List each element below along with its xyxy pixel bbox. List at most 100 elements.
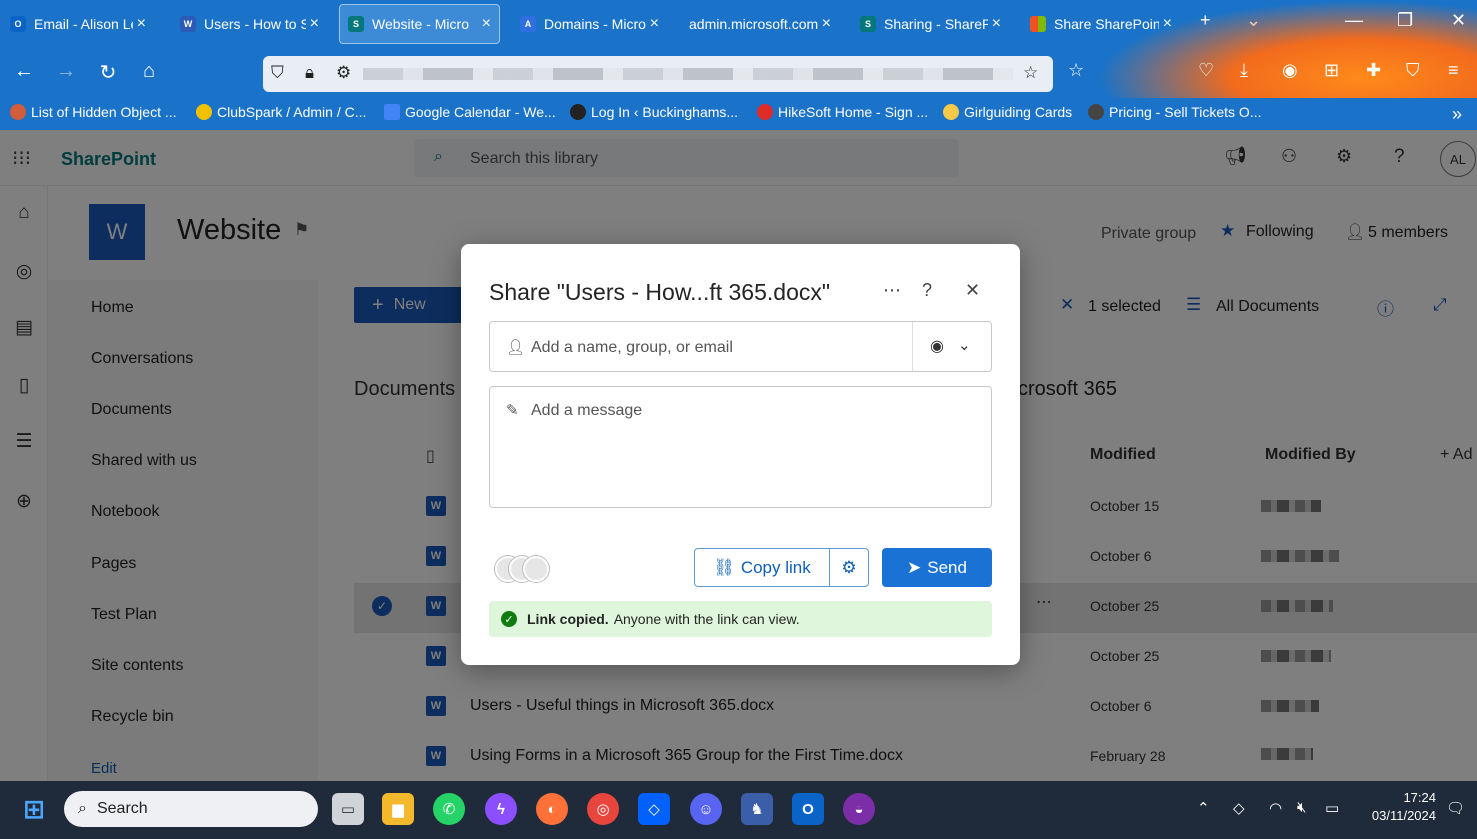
shared-with-avatars[interactable] bbox=[495, 556, 557, 582]
copy-link-button[interactable]: ⛓︎ Copy link bbox=[695, 549, 830, 586]
mask-app-icon[interactable]: ◒ bbox=[843, 793, 875, 825]
bookmark-favicon-icon bbox=[757, 104, 773, 120]
wordpress-icon bbox=[570, 104, 586, 120]
bookmark-item[interactable]: Log In ‹ Buckinghams... bbox=[570, 104, 738, 120]
share-dialog: Share "Users - How...ft 365.docx" ⋯ ? ✕ … bbox=[461, 244, 1020, 665]
taskbar-search[interactable]: ⌕ Search bbox=[64, 791, 318, 827]
browser-tab-bar: O Email - Alison Le × W Users - How to S… bbox=[0, 0, 1477, 48]
wifi-icon[interactable]: ◠ bbox=[1269, 799, 1282, 817]
reload-icon[interactable]: ↻ bbox=[94, 60, 122, 85]
close-tab-icon[interactable]: × bbox=[992, 15, 1001, 33]
dropbox-icon[interactable]: ◇ bbox=[638, 793, 670, 825]
bitwarden-icon[interactable]: ⛉ bbox=[1406, 60, 1420, 81]
link-copied-banner: ✓ Link copied. Anyone with the link can … bbox=[489, 601, 992, 637]
discord-icon[interactable]: ☺ bbox=[690, 793, 722, 825]
new-tab-icon[interactable]: + bbox=[1200, 10, 1211, 31]
eye-icon[interactable]: ◉ bbox=[930, 336, 944, 356]
tab-list-icon[interactable]: ⌄ bbox=[1246, 10, 1261, 31]
sharepoint-icon: S bbox=[348, 16, 364, 32]
bookmark-favicon-icon bbox=[1088, 104, 1104, 120]
lock-icon[interactable]: 🔒︎ bbox=[305, 63, 314, 83]
more-bookmarks-icon[interactable]: » bbox=[1452, 104, 1462, 125]
tab-domains[interactable]: A Domains - Micro × bbox=[512, 4, 667, 44]
shield-icon[interactable]: ⛉ bbox=[271, 63, 284, 83]
bulb-icon bbox=[943, 104, 959, 120]
admin-icon: A bbox=[520, 16, 536, 32]
bookmark-item[interactable]: HikeSoft Home - Sign ... bbox=[757, 104, 928, 120]
link-icon: ⛓︎ bbox=[713, 557, 735, 577]
bookmark-favicon-icon bbox=[196, 104, 212, 120]
bookmark-star-icon[interactable]: ☆ bbox=[1023, 63, 1038, 83]
microsoft-icon bbox=[1030, 16, 1046, 32]
bookmark-item[interactable]: ClubSpark / Admin / C... bbox=[196, 104, 366, 120]
save-to-pocket-icon[interactable]: ♡ bbox=[1198, 60, 1214, 81]
word-icon: W bbox=[180, 16, 196, 32]
divider bbox=[912, 322, 913, 371]
bookmark-item[interactable]: List of Hidden Object ... bbox=[10, 104, 177, 120]
bookmark-item[interactable]: Google Calendar - We... bbox=[384, 104, 556, 120]
battery-icon[interactable]: ▭ bbox=[1325, 799, 1339, 817]
screenshot-icon[interactable]: ⊞ bbox=[1324, 60, 1339, 81]
downloads-icon[interactable]: ⤓ bbox=[1240, 60, 1248, 81]
url-text bbox=[363, 68, 1013, 80]
tab-sharing[interactable]: S Sharing - ShareP × bbox=[852, 4, 1009, 44]
more-options-icon[interactable]: ⋯ bbox=[883, 280, 901, 301]
close-tab-icon[interactable]: × bbox=[650, 15, 659, 33]
close-tab-icon[interactable]: × bbox=[482, 15, 491, 33]
person-icon: 👤︎ bbox=[506, 339, 526, 356]
calendar-icon bbox=[384, 104, 400, 120]
messenger-icon[interactable]: ϟ bbox=[485, 793, 517, 825]
chrome-icon[interactable]: ◎ bbox=[587, 793, 619, 825]
whatsapp-icon[interactable]: ✆ bbox=[433, 793, 465, 825]
help-icon[interactable]: ? bbox=[922, 280, 932, 301]
firefox-icon[interactable]: ◐ bbox=[536, 793, 568, 825]
pocket-icon[interactable]: ☆ bbox=[1068, 60, 1084, 81]
volume-muted-icon[interactable]: 🔇︎ bbox=[1297, 799, 1306, 816]
close-tab-icon[interactable]: × bbox=[310, 15, 319, 33]
close-window-icon[interactable]: ✕ bbox=[1451, 10, 1466, 31]
clock-time[interactable]: 17:24 bbox=[1362, 790, 1436, 805]
close-tab-icon[interactable]: × bbox=[137, 15, 146, 33]
search-icon: ⌕ bbox=[78, 800, 87, 817]
tab-share-sharepoint[interactable]: Share SharePoin × bbox=[1022, 4, 1180, 44]
success-check-icon: ✓ bbox=[501, 611, 517, 627]
account-icon[interactable]: ◉ bbox=[1282, 60, 1298, 81]
file-explorer-icon[interactable]: ▆ bbox=[382, 793, 414, 825]
send-icon: ➤ bbox=[907, 557, 922, 577]
bookmark-item[interactable]: Girlguiding Cards bbox=[943, 104, 1072, 120]
extensions-icon[interactable]: ✚ bbox=[1366, 60, 1381, 81]
tab-website[interactable]: S Website - Micro × bbox=[339, 4, 500, 44]
dialog-title: Share "Users - How...ft 365.docx" bbox=[489, 279, 831, 305]
send-button[interactable]: ➤ Send bbox=[882, 548, 992, 587]
menu-icon[interactable]: ≡ bbox=[1448, 60, 1459, 81]
outlook-icon[interactable]: O bbox=[792, 793, 824, 825]
task-view-icon[interactable]: ▭ bbox=[332, 793, 364, 825]
link-settings-icon[interactable]: ⚙ bbox=[830, 549, 868, 586]
close-tab-icon[interactable]: × bbox=[1163, 15, 1172, 33]
back-icon[interactable]: ← bbox=[10, 60, 38, 83]
close-icon[interactable]: ✕ bbox=[965, 280, 980, 301]
home-icon[interactable]: ⌂ bbox=[135, 60, 163, 83]
tab-email[interactable]: O Email - Alison Le × bbox=[2, 4, 154, 44]
forward-icon[interactable]: → bbox=[52, 60, 80, 83]
notifications-icon[interactable]: 🗨︎ bbox=[1446, 799, 1465, 817]
clock-date[interactable]: 03/11/2024 bbox=[1350, 808, 1436, 823]
sharepoint-icon: S bbox=[860, 16, 876, 32]
outlook-icon: O bbox=[10, 16, 26, 32]
restore-icon[interactable]: ❐ bbox=[1397, 10, 1413, 31]
bookmark-item[interactable]: Pricing - Sell Tickets O... bbox=[1088, 104, 1261, 120]
dropbox-tray-icon[interactable]: ◇ bbox=[1233, 799, 1245, 817]
chevron-down-icon[interactable]: ⌄ bbox=[958, 336, 971, 354]
tab-users[interactable]: W Users - How to S × bbox=[172, 4, 327, 44]
taskbar: ⊞ ⌕ Search ▭ ▆ ✆ ϟ ◐ ◎ ◇ ☺ ♞ O ◒ ⌃ ◇ ◠ 🔇… bbox=[0, 781, 1477, 839]
minimize-icon[interactable]: — bbox=[1345, 10, 1363, 31]
chevron-up-icon[interactable]: ⌃ bbox=[1197, 799, 1210, 817]
permissions-icon[interactable]: ⚙︎ bbox=[336, 63, 351, 83]
close-tab-icon[interactable]: × bbox=[822, 15, 831, 33]
message-input[interactable]: ✎ Add a message bbox=[489, 386, 992, 508]
game-icon[interactable]: ♞ bbox=[741, 793, 773, 825]
windows-start-icon[interactable]: ⊞ bbox=[18, 793, 50, 825]
recipient-input[interactable]: 👤︎ Add a name, group, or email ◉ ⌄ bbox=[489, 321, 992, 372]
address-bar[interactable]: ⛉ 🔒︎ ⚙︎ ☆ bbox=[263, 56, 1053, 92]
tab-admin[interactable]: admin.microsoft.com × bbox=[681, 4, 839, 44]
